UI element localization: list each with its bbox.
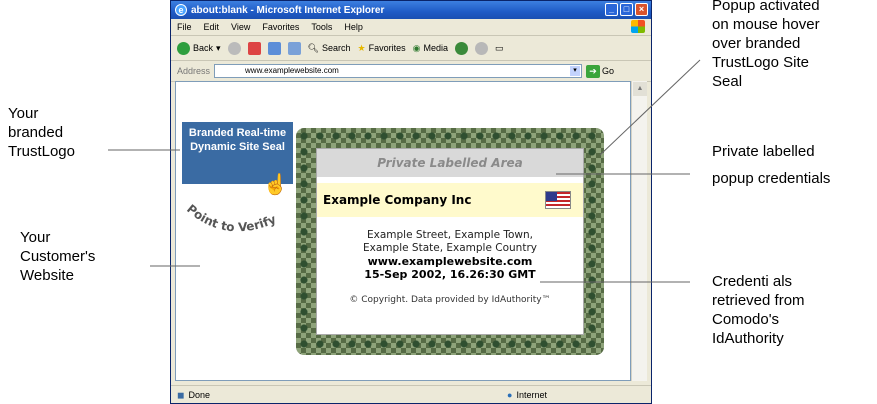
go-label: Go	[602, 66, 615, 76]
annotation-line: Comodo's	[712, 311, 780, 328]
annotation-credentials: Credenti als retrieved from Comodo's IdA…	[712, 272, 805, 348]
annotation-line: popup credentials	[712, 170, 831, 187]
us-flag-icon	[545, 191, 571, 209]
menu-tools[interactable]: Tools	[311, 22, 332, 32]
toolbar: Back ▾ 🔍︎ Search ★ Favorites ◉ Media ▭	[171, 36, 651, 61]
annotation-line: Credenti als	[712, 273, 793, 290]
annotation-line: TrustLogo	[8, 143, 75, 160]
media-button[interactable]: ◉ Media	[413, 43, 448, 54]
window-controls: _ □ ×	[605, 3, 648, 16]
ie-logo-icon: e	[175, 4, 187, 16]
address-bar: Address www.examplewebsite.com ▾ ➔ Go	[171, 61, 651, 82]
title-bar: e about:blank - Microsoft Internet Explo…	[171, 1, 651, 19]
media-label: Media	[423, 43, 448, 53]
search-label: Search	[321, 43, 351, 53]
page-icon: ◼	[177, 389, 185, 400]
minimize-button[interactable]: _	[605, 3, 618, 16]
status-bar: ◼ Done ● Internet	[171, 385, 651, 404]
annotation-private-label: Private labelled popup credentials	[712, 138, 830, 192]
address-input[interactable]: www.examplewebsite.com ▾	[214, 64, 583, 78]
annotation-line: retrieved from	[712, 292, 805, 309]
favorites-label: Favorites	[368, 43, 406, 53]
copyright-notice: © Copyright. Data provided by IdAuthorit…	[349, 295, 551, 305]
menu-file[interactable]: File	[177, 22, 192, 32]
scroll-up-icon[interactable]: ▲	[633, 82, 647, 96]
annotation-line: on mouse hover	[712, 16, 820, 33]
annotation-line: IdAuthority	[712, 330, 784, 347]
media-icon: ◉	[412, 42, 421, 53]
star-icon: ★	[357, 42, 366, 53]
print-button[interactable]: ▭	[495, 43, 504, 54]
address-line-2: Example State, Example Country	[363, 242, 537, 254]
annotation-line: Popup activated	[712, 0, 820, 14]
website-url: www.examplewebsite.com	[367, 255, 533, 268]
menu-favorites[interactable]: Favorites	[262, 22, 299, 32]
address-label: Address	[177, 66, 211, 76]
window-title: about:blank - Microsoft Internet Explore…	[191, 4, 385, 16]
browser-window: e about:blank - Microsoft Internet Explo…	[170, 0, 652, 404]
back-button[interactable]: Back ▾	[177, 41, 221, 55]
annotation-line: Customer's	[20, 248, 96, 265]
history-button[interactable]	[454, 41, 468, 55]
annotation-line: TrustLogo Site	[712, 54, 809, 71]
chevron-down-icon[interactable]: ▾	[570, 66, 581, 76]
back-label: Back	[193, 43, 214, 53]
close-button[interactable]: ×	[635, 3, 648, 16]
security-zone: ● Internet	[507, 390, 547, 400]
stop-button[interactable]	[247, 41, 261, 55]
forward-button[interactable]	[227, 41, 241, 55]
company-name: Example Company Inc	[323, 193, 472, 207]
svg-text:Point to Verify: Point to Verify	[184, 202, 278, 235]
status-text: Done	[188, 390, 210, 400]
annotation-popup-activated: Popup activated on mouse hover over bran…	[712, 0, 820, 91]
annotation-line: Your	[20, 229, 51, 246]
annotation-trustlogo: Your branded TrustLogo	[8, 104, 75, 161]
annotation-line: Private labelled	[712, 143, 815, 160]
timestamp: 15-Sep 2002, 16.26:30 GMT	[364, 268, 536, 281]
point-to-verify-curve: Point to Verify	[184, 202, 278, 235]
go-button[interactable]: ➔ Go	[586, 64, 615, 78]
address-line-1: Example Street, Example Town,	[367, 229, 533, 241]
hand-cursor-icon: ☝	[263, 174, 288, 196]
mail-button[interactable]	[474, 41, 488, 55]
vertical-scrollbar[interactable]: ▲	[631, 81, 647, 381]
point-to-verify-text: Point to Verify	[184, 202, 278, 235]
go-arrow-icon: ➔	[586, 64, 601, 78]
refresh-button[interactable]	[267, 41, 281, 55]
annotation-line: Website	[20, 267, 74, 284]
search-button[interactable]: 🔍︎ Search	[308, 43, 351, 54]
zone-label: Internet	[516, 390, 547, 400]
back-arrow-icon	[177, 41, 190, 55]
home-button[interactable]	[287, 41, 301, 55]
menu-edit[interactable]: Edit	[204, 22, 220, 32]
annotation-line: over branded	[712, 35, 801, 52]
credentials-popup: Private Labelled Area Example Company In…	[316, 148, 584, 335]
company-details: Example Street, Example Town, Example St…	[317, 229, 583, 281]
company-row: Example Company Inc	[317, 183, 583, 217]
menu-help[interactable]: Help	[344, 22, 363, 32]
globe-icon: ●	[507, 390, 513, 400]
maximize-button[interactable]: □	[620, 3, 633, 16]
menu-view[interactable]: View	[231, 22, 250, 32]
annotation-line: Seal	[712, 73, 743, 90]
address-value: www.examplewebsite.com	[245, 66, 339, 75]
windows-logo-icon	[631, 20, 645, 33]
annotation-line: Your	[8, 105, 39, 122]
menu-bar: File Edit View Favorites Tools Help	[171, 19, 651, 36]
search-icon: 🔍︎	[307, 42, 319, 53]
popup-header: Private Labelled Area	[317, 149, 583, 177]
popup-ornamental-frame: Private Labelled Area Example Company In…	[296, 128, 604, 355]
favorites-button[interactable]: ★ Favorites	[358, 43, 406, 54]
annotation-website: Your Customer's Website	[20, 228, 95, 285]
page-viewport: Branded Real-time Dynamic Site Seal ☝ Po…	[175, 81, 631, 381]
annotation-line: branded	[8, 124, 64, 141]
